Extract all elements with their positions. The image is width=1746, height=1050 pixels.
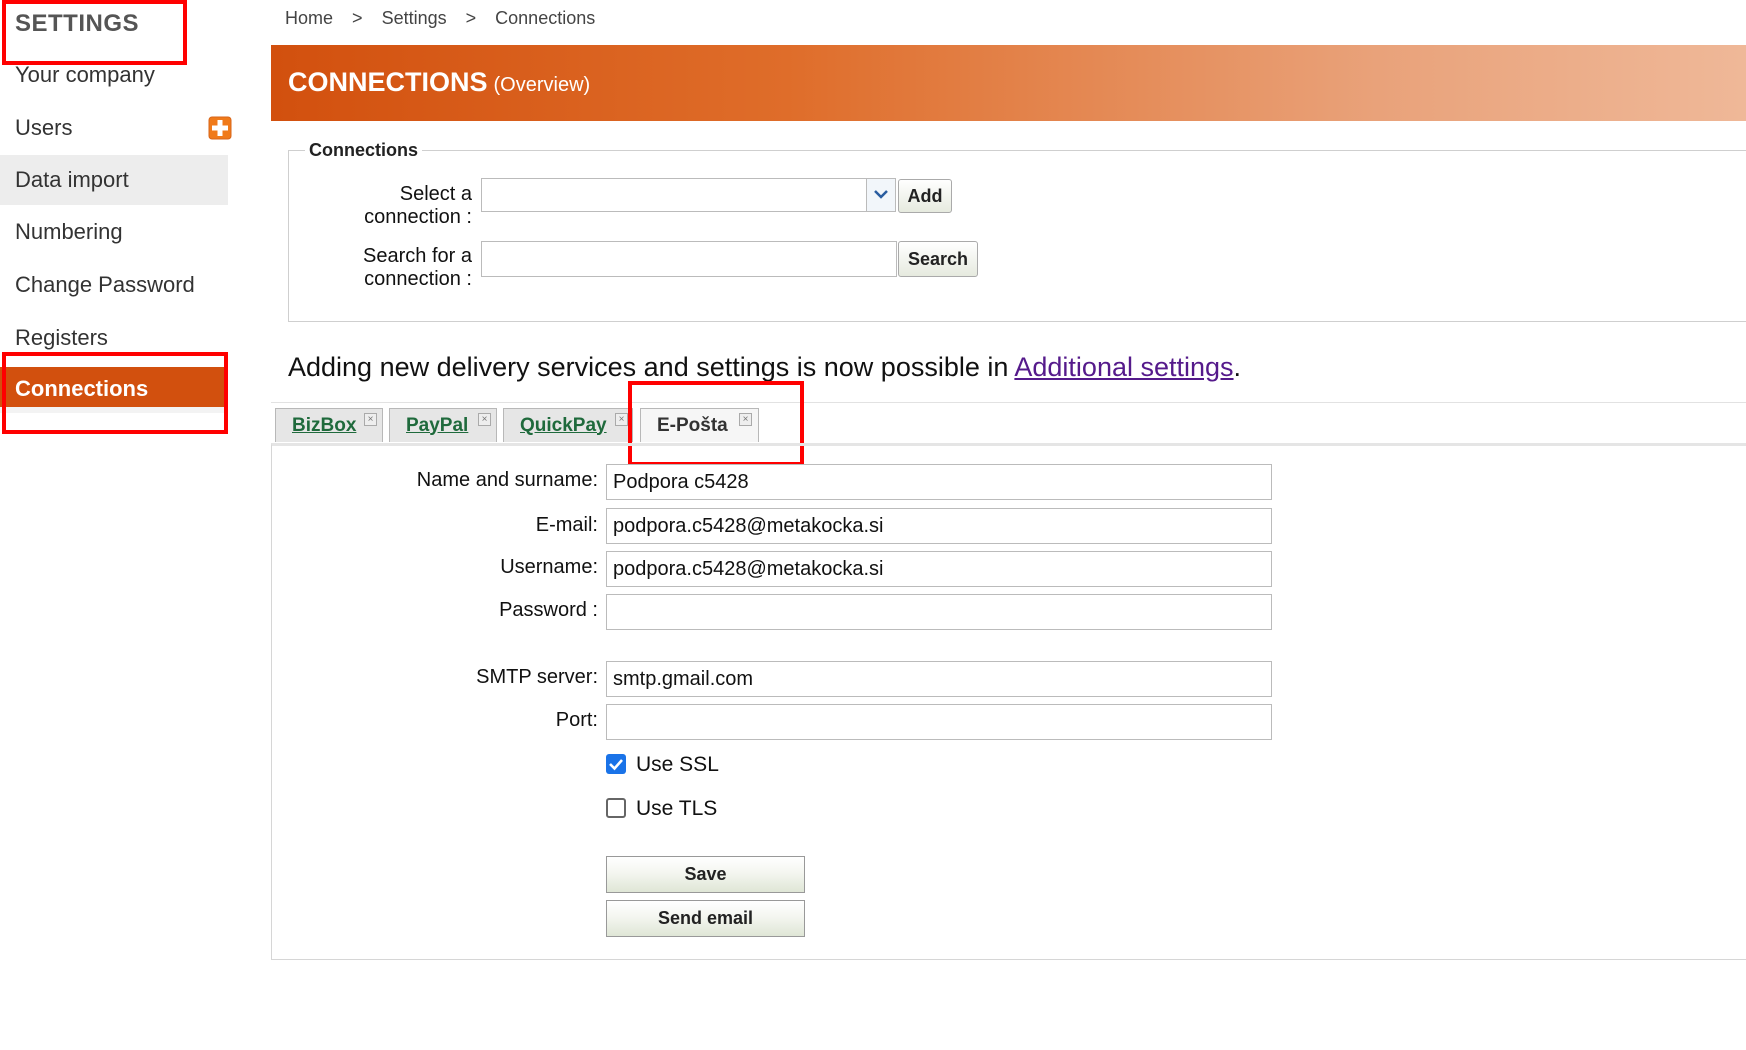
close-icon[interactable]: × (364, 413, 377, 426)
tab-label: PayPal (406, 414, 469, 436)
breadcrumb-separator: > (352, 8, 363, 28)
sidebar-item-label: Registers (15, 325, 108, 350)
name-input[interactable] (606, 464, 1272, 500)
sidebar-item-label: Numbering (15, 219, 123, 244)
close-icon[interactable]: × (739, 413, 752, 426)
send-email-button[interactable]: Send email (606, 900, 805, 937)
notice-end: . (1233, 352, 1242, 382)
sidebar-item-label: Connections (15, 376, 149, 401)
sidebar-item-label: Data import (15, 167, 129, 192)
use-ssl-checkbox[interactable] (606, 754, 626, 774)
tab-paypal[interactable]: PayPal × (389, 408, 497, 442)
sidebar-item-data-import[interactable]: Data import (0, 155, 228, 205)
breadcrumb-connections: Connections (495, 8, 596, 28)
select-connection-label: Select a connection : (364, 183, 472, 228)
connections-fieldset: Connections (288, 140, 1746, 322)
close-icon[interactable]: × (478, 413, 491, 426)
sidebar-item-connections[interactable]: Connections (0, 367, 228, 413)
page-subtitle: (Overview) (493, 74, 591, 96)
password-label: Password : (499, 599, 598, 621)
tab-label: E-Pošta (657, 414, 728, 436)
checkmark-icon (609, 759, 623, 771)
smtp-server-input[interactable] (606, 661, 1272, 697)
username-label: Username: (500, 556, 598, 578)
page-title: CONNECTIONS (Overview) (288, 67, 590, 98)
chevron-down-icon (874, 190, 888, 199)
password-input[interactable] (606, 594, 1272, 630)
port-input[interactable] (606, 704, 1272, 740)
email-input[interactable] (606, 508, 1272, 544)
tab-e-posta[interactable]: E-Pošta × (640, 408, 759, 442)
sidebar-item-label: Users (15, 115, 73, 140)
select-arrow[interactable] (866, 179, 895, 211)
notice-text: Adding new delivery services and setting… (288, 352, 1015, 382)
tabs-divider (271, 402, 1746, 403)
sidebar-item-label: Your company (15, 62, 155, 87)
sidebar: SETTINGS Your company Users Data import … (0, 0, 232, 1050)
sidebar-title: SETTINGS (15, 10, 140, 37)
tab-label: BizBox (292, 414, 357, 436)
additional-settings-link[interactable]: Additional settings (1014, 352, 1233, 382)
smtp-server-label: SMTP server: (476, 666, 598, 688)
tab-bizbox[interactable]: BizBox × (275, 408, 383, 442)
save-button[interactable]: Save (606, 856, 805, 893)
use-ssl-label: Use SSL (636, 753, 719, 776)
sidebar-item-numbering[interactable]: Numbering (0, 207, 228, 257)
name-label: Name and surname: (416, 469, 598, 491)
connections-legend: Connections (309, 140, 419, 160)
breadcrumb-home[interactable]: Home (285, 8, 333, 28)
tab-label: QuickPay (520, 414, 607, 436)
info-notice: Adding new delivery services and setting… (288, 352, 1241, 383)
connection-select[interactable] (481, 178, 896, 212)
sidebar-item-users[interactable]: Users (0, 103, 228, 153)
search-connection-input[interactable] (481, 241, 897, 277)
use-tls-label: Use TLS (636, 797, 718, 820)
plus-square-icon[interactable] (208, 116, 232, 140)
page-header: CONNECTIONS (Overview) (271, 45, 1746, 121)
use-tls-checkbox[interactable] (606, 798, 626, 818)
add-connection-button[interactable]: Add (898, 179, 952, 213)
sidebar-item-change-password[interactable]: Change Password (0, 260, 228, 310)
sidebar-item-registers[interactable]: Registers (0, 313, 228, 363)
sidebar-item-label: Change Password (15, 272, 195, 297)
search-connection-label: Search for a connection : (363, 245, 472, 290)
username-input[interactable] (606, 551, 1272, 587)
page-title-text: CONNECTIONS (288, 67, 488, 97)
breadcrumb-separator: > (465, 8, 477, 28)
search-button[interactable]: Search (898, 241, 978, 277)
sidebar-item-your-company[interactable]: Your company (0, 50, 228, 100)
close-icon[interactable]: × (615, 413, 628, 426)
breadcrumb-settings[interactable]: Settings (382, 8, 447, 28)
breadcrumb: Home > Settings > Connections (285, 8, 609, 29)
port-label: Port: (555, 709, 598, 731)
email-label: E-mail: (535, 514, 598, 536)
tab-quickpay[interactable]: QuickPay × (503, 408, 633, 442)
